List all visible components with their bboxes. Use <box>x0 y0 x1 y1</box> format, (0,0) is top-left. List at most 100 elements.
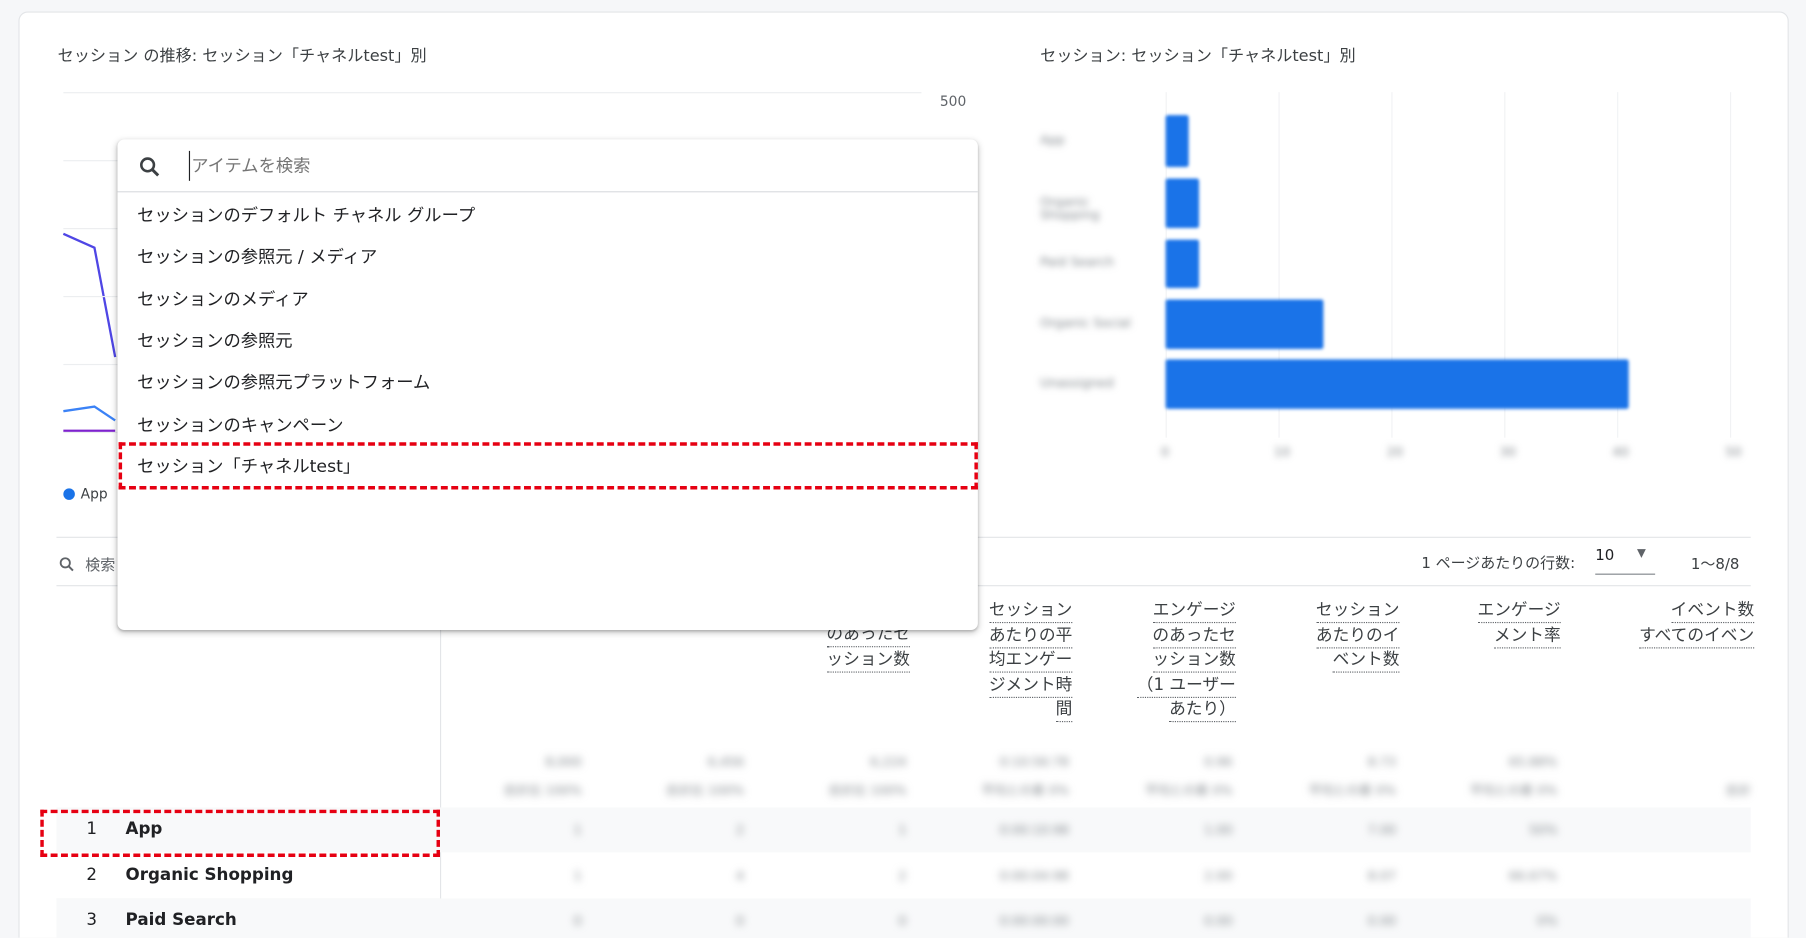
x-tick-label: 20 <box>1386 444 1403 460</box>
pagination-range: 1～8/8 <box>1690 556 1740 574</box>
x-tick-label: 0 <box>1161 444 1170 460</box>
table-cell: 2 <box>736 822 745 838</box>
column-header-line: 間 <box>1055 699 1073 723</box>
table-cell: 1 <box>573 867 582 883</box>
column-header[interactable]: セッション あたりの平 均エンゲー ジメント時間 <box>988 599 1073 723</box>
column-header[interactable]: セッション あたりのイ ベント数 <box>1315 599 1400 673</box>
row-rank: 3 <box>86 911 98 930</box>
table-cell: 2 <box>898 867 907 883</box>
dropdown-search-input[interactable] <box>188 150 880 181</box>
bar[interactable] <box>1165 239 1200 288</box>
table-cell: 0:00:10:98 <box>999 822 1069 838</box>
table-cell: 0 <box>736 913 745 929</box>
dropdown-item[interactable]: セッションの参照元 / メディア <box>137 245 377 269</box>
row-dimension-value[interactable]: Organic Shopping <box>126 866 294 884</box>
table-cell: 0.00 <box>1204 913 1233 929</box>
column-header[interactable]: エンゲージ メント率 <box>1477 599 1561 649</box>
table-cell: 4 <box>736 867 745 883</box>
bar-category-label: Organic Social <box>1040 315 1131 330</box>
table-cell: 0 <box>898 913 907 929</box>
total-cell: 合計 <box>1725 783 1751 799</box>
total-cell: 平均との差 0% <box>1145 783 1233 799</box>
column-header-line: （1 ユーザー <box>1136 674 1236 698</box>
table-cell: 0.00 <box>1367 913 1396 929</box>
column-header-line: セッション <box>1315 600 1400 624</box>
dropdown-item[interactable]: セッションのキャンペーン <box>137 412 343 436</box>
dropdown-item[interactable]: セッションの参照元プラットフォーム <box>137 370 430 394</box>
search-label: 検索 <box>85 557 116 575</box>
bar-chart-title: セッション: セッション「チャネルtest」別 <box>1040 47 1356 66</box>
total-cell: 合計比 100% <box>828 783 907 799</box>
dropdown-item[interactable]: セッションの参照元 <box>137 328 293 352</box>
total-cell: 8,000 <box>545 754 582 770</box>
rows-per-page-value: 10 <box>1595 547 1615 565</box>
table-cell: 1 <box>898 822 907 838</box>
column-header-line: ッション数 <box>1152 650 1236 673</box>
total-cell: 6,456 <box>707 754 745 770</box>
column-header-line: ッション数 <box>826 649 910 673</box>
table-cell: 66.67% <box>1508 867 1558 883</box>
table-cell: 2.00 <box>1204 867 1233 883</box>
table-cell: 0% <box>1537 913 1558 929</box>
total-cell: 平均との差 0% <box>1308 783 1396 799</box>
highlight-box-dropdown-item <box>118 442 978 490</box>
bar-category-label: Unassigned <box>1040 374 1114 390</box>
column-header-line: ジメント時 <box>988 674 1073 698</box>
bar-category-label: App <box>1040 131 1065 147</box>
table-cell: 8.07 <box>1367 867 1396 883</box>
column-header-line: ベント数 <box>1332 650 1400 673</box>
bar-category-label: Organic Shopping <box>1040 194 1100 222</box>
rows-per-page-select[interactable]: 10 ▼ <box>1595 547 1656 575</box>
column-header[interactable]: イベント数 すべてのイベン <box>1639 599 1755 649</box>
total-cell: 合計比 100% <box>665 783 745 799</box>
dropdown-search[interactable] <box>117 139 978 193</box>
column-header[interactable]: のあったセ ッション数 <box>826 623 910 673</box>
column-header-line: メント率 <box>1493 625 1561 648</box>
total-cell: 65.88% <box>1508 754 1558 770</box>
total-cell: 0:10:56:78 <box>999 754 1069 770</box>
bar[interactable] <box>1165 178 1200 229</box>
column-header-line: イベント数 <box>1670 600 1755 624</box>
rows-per-page-label: 1 ページあたりの行数: <box>1421 555 1576 573</box>
column-header-line: のあったセ <box>1152 625 1236 648</box>
total-cell: 0.96 <box>1204 754 1233 770</box>
y-tick-label: 500 <box>939 93 967 110</box>
legend-item-app[interactable]: App <box>63 486 108 502</box>
dropdown-item[interactable]: セッションのメディア <box>137 286 309 310</box>
column-header-line: エンゲージ <box>1152 600 1236 624</box>
column-header-line: すべてのイベン <box>1639 625 1755 648</box>
search-icon <box>140 157 160 177</box>
bar[interactable] <box>1165 115 1189 168</box>
dropdown-item[interactable]: セッションのデフォルト チャネル グループ <box>137 203 475 227</box>
total-cell: 8.73 <box>1367 754 1396 770</box>
gridline <box>63 92 922 94</box>
column-header[interactable]: エンゲージ のあったセ ッション数 （1 ユーザー あたり） <box>1136 599 1236 723</box>
row-rank: 2 <box>86 865 98 885</box>
bar[interactable] <box>1165 299 1324 349</box>
gridline <box>1730 92 1732 438</box>
table-search[interactable]: 検索 <box>58 553 116 575</box>
table-cell: 1 <box>573 822 582 838</box>
row-dimension-value[interactable]: Paid Search <box>126 911 237 929</box>
column-header-line: セッション <box>988 600 1073 624</box>
legend-dot-icon <box>63 488 75 500</box>
x-tick-label: 30 <box>1499 444 1516 460</box>
table-cell: 7.00 <box>1367 822 1396 838</box>
table-cell: 0:00:04:98 <box>999 867 1069 883</box>
table-cell: 1.00 <box>1204 822 1233 838</box>
table-cell: 50% <box>1529 822 1558 838</box>
table-cell: 0 <box>573 913 582 929</box>
bar[interactable] <box>1165 359 1629 409</box>
x-tick-label: 50 <box>1725 444 1742 460</box>
column-header-line: あたり） <box>1169 699 1236 723</box>
column-header-line: あたりの平 <box>988 625 1073 648</box>
dimension-dropdown: セッションのデフォルト チャネル グループセッションの参照元 / メディアセッシ… <box>117 139 978 631</box>
table-cell: 0:00:00:00 <box>999 913 1069 929</box>
bar-category-label: Paid Search <box>1040 254 1115 270</box>
search-icon <box>59 556 74 571</box>
column-header-line: 均エンゲー <box>988 650 1073 673</box>
x-tick-label: 10 <box>1273 444 1291 460</box>
column-header-line: あたりのイ <box>1315 625 1400 648</box>
highlight-box-table-row <box>40 809 440 857</box>
total-cell: 平均との差 0% <box>1469 783 1558 799</box>
